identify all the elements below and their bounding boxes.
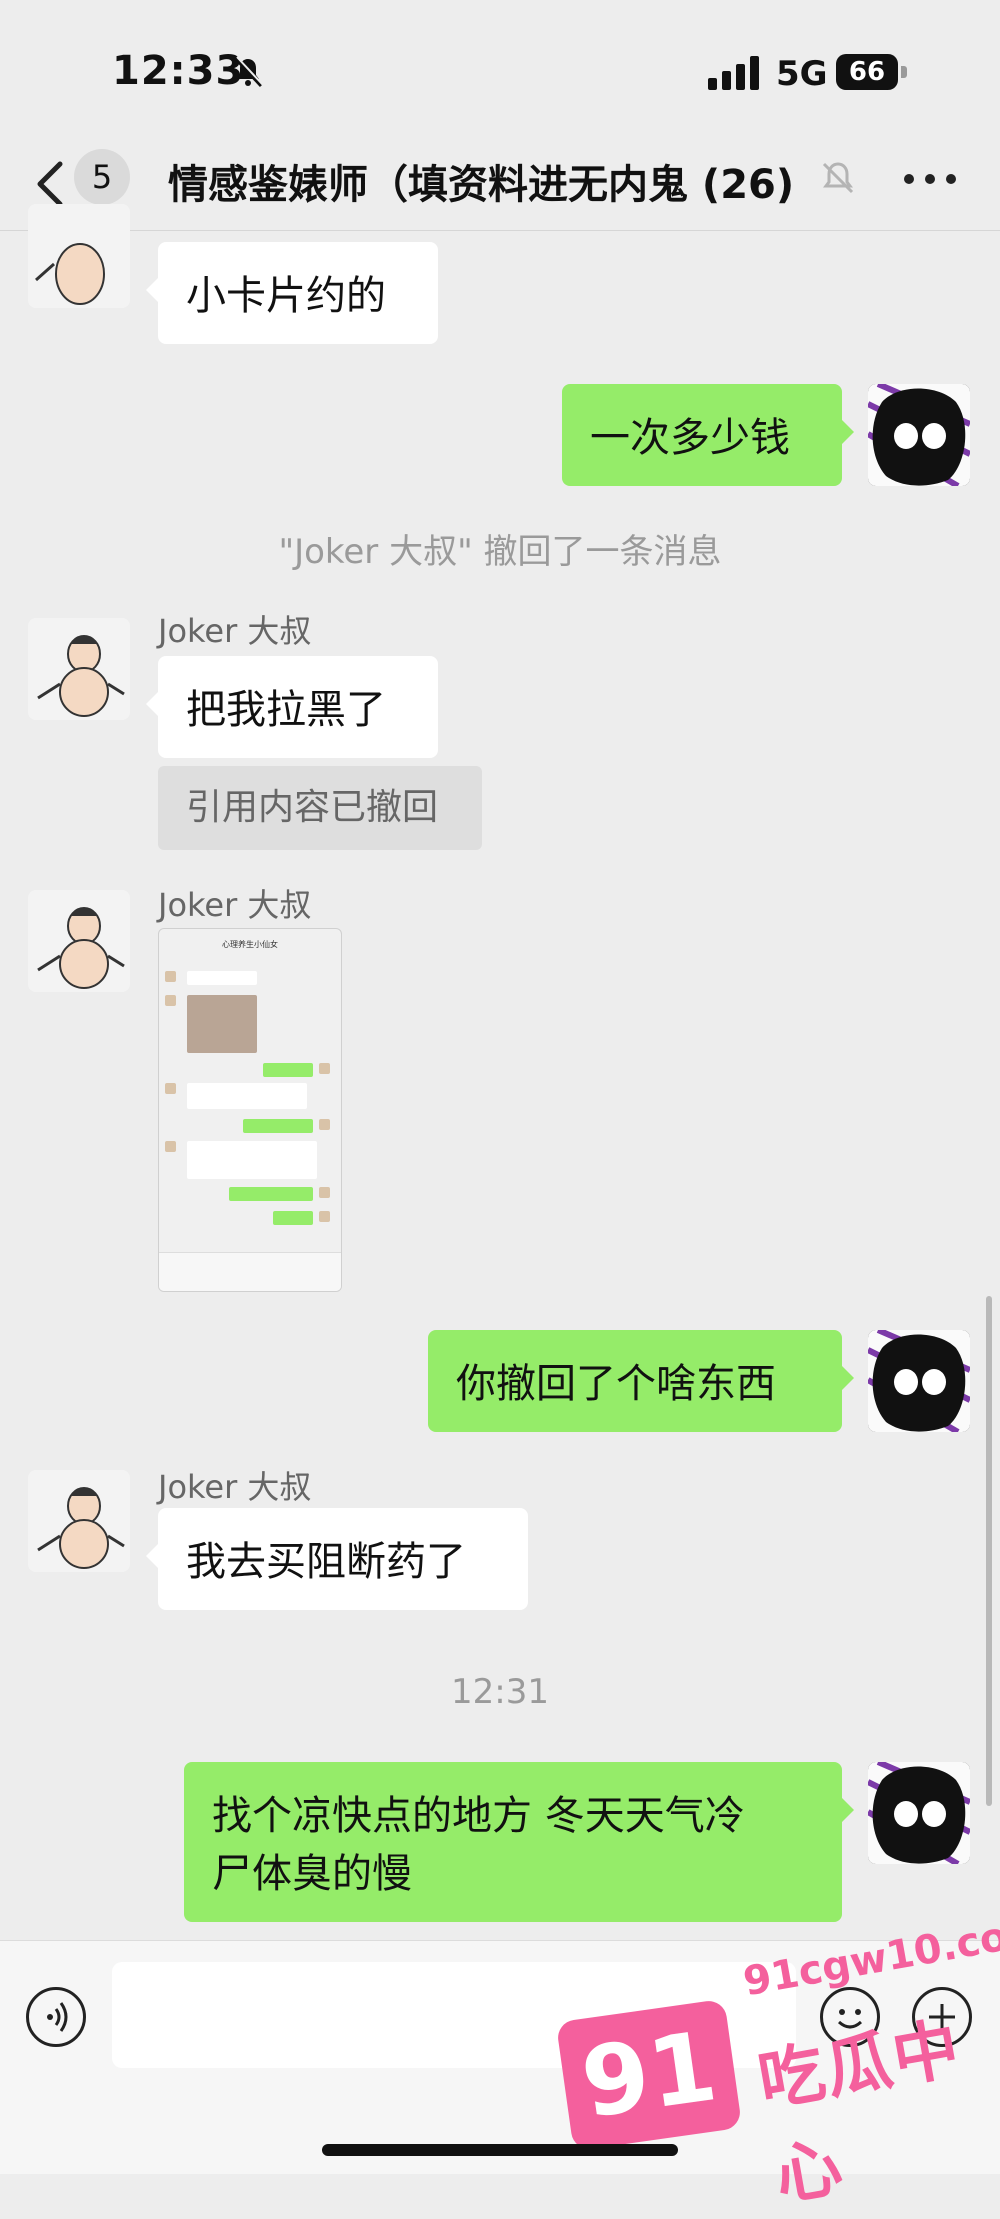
- unread-count-badge[interactable]: 5: [74, 149, 130, 205]
- joker-avatar-image: [868, 1762, 970, 1864]
- chat-title[interactable]: 情感鉴婊师（填资料进无内鬼 (26): [168, 152, 818, 210]
- ellipsis-icon[interactable]: [904, 162, 956, 192]
- cartoon-man-avatar-image: [28, 1470, 130, 1572]
- system-notice: "Joker 大叔" 撤回了一条消息: [278, 532, 722, 572]
- message-bubble[interactable]: 小卡片约的: [146, 242, 438, 344]
- message-text: 我去买阻断药了: [186, 1539, 466, 1585]
- quoted-message[interactable]: 引用内容已撤回: [158, 766, 482, 850]
- avatar-self[interactable]: [868, 1330, 970, 1432]
- bell-slash-icon: [822, 162, 854, 194]
- joker-avatar-image: [868, 1330, 970, 1432]
- message-text: 小卡片约的: [186, 273, 386, 319]
- battery-level: 66: [836, 54, 898, 90]
- sender-name: Joker 大叔: [158, 612, 312, 650]
- image-message[interactable]: 心理养生小仙女: [158, 928, 342, 1292]
- avatar[interactable]: [28, 1470, 130, 1572]
- image-screenshot-title: 心理养生小仙女: [222, 940, 278, 949]
- avatar-self[interactable]: [868, 1762, 970, 1864]
- message-text: 你撤回了个啥东西: [456, 1361, 776, 1407]
- network-type: 5G: [776, 54, 828, 94]
- signal-icon: [708, 56, 759, 90]
- cartoon-man-avatar-image: [28, 890, 130, 992]
- watermark-logo: 91: [555, 1998, 743, 2152]
- message-text-line: 找个凉快点的地方 冬天天气冷: [212, 1793, 745, 1839]
- message-bubble[interactable]: 把我拉黑了: [146, 656, 438, 758]
- avatar[interactable]: [28, 204, 130, 308]
- sender-name: Joker 大叔: [158, 886, 312, 924]
- message-bubble[interactable]: 我去买阻断药了: [146, 1508, 528, 1610]
- home-indicator[interactable]: [322, 2144, 678, 2156]
- message-bubble-self[interactable]: 一次多少钱: [562, 384, 854, 486]
- message-bubble-self[interactable]: 找个凉快点的地方 冬天天气冷 尸体臭的慢: [184, 1762, 854, 1922]
- battery-indicator: 66: [836, 54, 908, 90]
- message-text: 一次多少钱: [590, 415, 790, 461]
- avatar[interactable]: [28, 618, 130, 720]
- avatar-self[interactable]: [868, 384, 970, 486]
- joker-avatar-image: [868, 384, 970, 486]
- cartoon-man-avatar-image: [28, 204, 130, 308]
- cartoon-man-avatar-image: [28, 618, 130, 720]
- sender-name: Joker 大叔: [158, 1468, 312, 1506]
- timestamp: 12:31: [451, 1672, 549, 1712]
- voice-icon[interactable]: [26, 1987, 86, 2047]
- avatar[interactable]: [28, 890, 130, 992]
- status-time: 12:33: [112, 48, 245, 94]
- scrollbar[interactable]: [986, 1296, 992, 1806]
- message-text: 把我拉黑了: [186, 687, 386, 733]
- status-bar: 12:33 5G 66: [0, 0, 1000, 140]
- message-text-line: 尸体臭的慢: [212, 1851, 412, 1897]
- message-bubble-self[interactable]: 你撤回了个啥东西: [428, 1330, 854, 1432]
- bell-off-icon: [233, 56, 264, 88]
- chevron-left-icon[interactable]: [30, 158, 70, 210]
